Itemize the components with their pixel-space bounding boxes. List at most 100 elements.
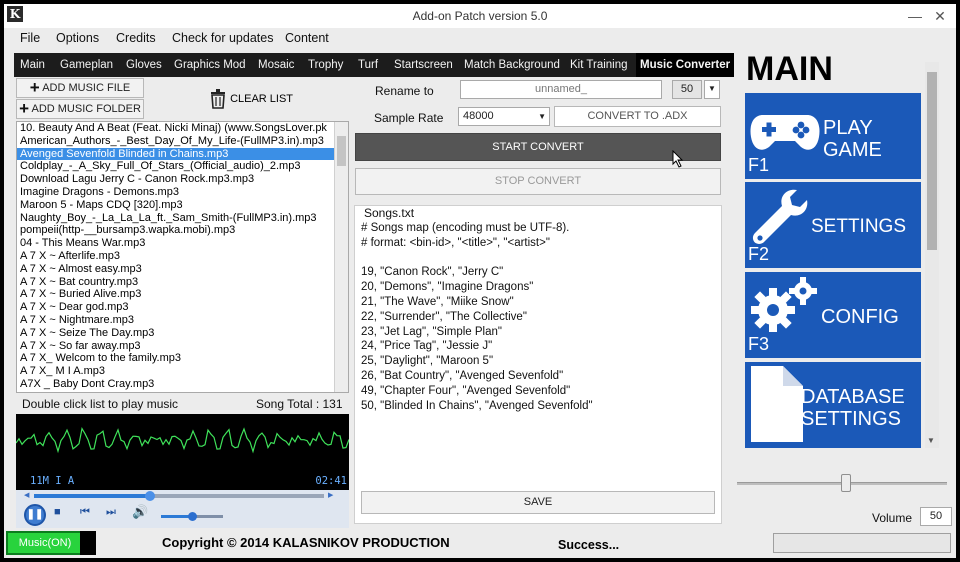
settings-hotkey: F2 [748,244,770,264]
music-playlist[interactable]: 10. Beauty And A Beat (Feat. Nicki Minaj… [16,121,349,393]
close-button[interactable]: ✕ [929,7,951,25]
playlist-item[interactable]: American_Authors_-_Best_Day_Of_My_Life-(… [17,135,348,148]
start-convert-button[interactable]: START CONVERT [355,133,721,161]
volume-label: Volume [872,511,913,525]
tab-kit-training[interactable]: Kit Training [570,53,628,77]
minimize-button[interactable]: — [904,7,926,25]
playlist-item[interactable]: A 7 X_ Welcom to the family.mp3 [17,352,348,365]
playlist-item[interactable]: A 7 X_ M I A.mp3 [17,365,348,378]
volume-input[interactable]: 50 [920,507,952,526]
playlist-item[interactable]: Imagine Dragons - Demons.mp3 [17,186,348,199]
seek-bar-thumb[interactable] [145,491,155,501]
menu-file[interactable]: File [20,31,40,45]
tab-main[interactable]: Main [20,53,45,77]
menu-check-updates[interactable]: Check for updates [172,31,273,45]
tab-mosaic[interactable]: Mosaic [258,53,294,77]
playlist-scrollbar[interactable] [334,122,348,392]
menu-options[interactable]: Options [56,31,99,45]
playlist-item[interactable]: 04 - This Means War.mp3 [17,237,348,250]
status-text: Success... [558,538,620,552]
volume-slider[interactable] [737,474,947,492]
pause-button[interactable]: ❚❚ [24,504,46,526]
copyright-text: Copyright © 2014 KALASNIKOV PRODUCTION [162,535,450,550]
gears-icon [751,277,817,332]
wrench-icon [752,189,808,244]
stop-convert-button[interactable]: STOP CONVERT [355,168,721,195]
menu-credits[interactable]: Credits [116,31,156,45]
save-button[interactable]: SAVE [361,491,715,514]
speaker-icon[interactable]: 🔊 [132,504,148,520]
add-music-file-button[interactable]: + ADD MUSIC FILE [16,78,144,98]
player-volume-slider[interactable] [161,512,223,521]
playlist-item[interactable]: A 7 X ~ Nightmare.mp3 [17,314,348,327]
now-playing-title: 11M I A [30,475,75,487]
playlist-item[interactable]: Coldplay_-_A_Sky_Full_Of_Stars_(Official… [17,160,348,173]
clear-list-label: CLEAR LIST [230,93,294,105]
window-title: Add-on Patch version 5.0 [412,9,548,23]
config-tile[interactable]: CONFIG F3 [745,272,921,358]
playlist-item[interactable]: Download Lagu Jerry C - Canon Rock.mp3.m… [17,173,348,186]
playlist-item[interactable]: pompeii(http-__bursamp3.wapka.mobi).mp3 [17,224,348,237]
plus-icon: + [29,78,40,98]
playlist-item[interactable]: A 7 X ~ So far away.mp3 [17,340,348,353]
now-playing-time: 02:41 [315,475,347,487]
tab-gameplan[interactable]: Gameplan [60,53,113,77]
music-toggle-button[interactable]: Music(ON) [6,531,84,555]
tab-graphics-mod[interactable]: Graphics Mod [174,53,246,77]
sample-rate-value: 48000 [463,110,494,122]
playlist-item[interactable]: A 7 X ~ Afterlife.mp3 [17,250,348,263]
playlist-item[interactable]: Maroon 5 - Maps CDQ [320].mp3 [17,199,348,212]
tab-music-converter[interactable]: Music Converter [636,53,735,77]
play-game-tile[interactable]: PLAY GAME F1 [745,93,921,179]
previous-icon[interactable]: ⏮ [80,506,90,519]
rename-count-dropdown[interactable]: ▼ [704,80,720,99]
rename-input[interactable]: unnamed_ [460,80,662,99]
songs-textarea[interactable]: # Songs map (encoding must be UTF-8). # … [361,221,715,493]
volume-slider-thumb[interactable] [841,474,851,492]
clear-list-button[interactable]: CLEAR LIST [209,89,293,109]
song-total: Song Total : 131 [256,397,343,411]
database-label-2: SETTINGS [801,408,902,430]
next-icon[interactable]: ⏭ [106,506,116,519]
settings-tile[interactable]: SETTINGS F2 [745,182,921,268]
playlist-item[interactable]: A 7 X ~ Almost easy.mp3 [17,263,348,276]
trash-icon [211,89,225,109]
sidebar-title: MAIN [746,50,833,88]
play-game-label-2: GAME [823,139,882,161]
playlist-item[interactable]: Naughty_Boy_-_La_La_La_ft._Sam_Smith-(Fu… [17,212,348,225]
player-controls: ◀ ▶ ❚❚ ■ ⏮ ⏭ 🔊 [16,490,349,528]
convert-to-adx-button[interactable]: CONVERT TO .ADX [554,106,721,127]
playlist-item[interactable]: 10. Beauty And A Beat (Feat. Nicki Minaj… [17,122,348,135]
mouse-cursor-icon [672,150,684,168]
playlist-scrollbar-thumb[interactable] [337,136,346,166]
playlist-item[interactable]: A 7 X ~ Bat country.mp3 [17,276,348,289]
sample-rate-select[interactable]: 48000 ▼ [458,107,550,126]
seek-start-icon: ◀ [24,492,30,499]
tab-trophy[interactable]: Trophy [308,53,343,77]
playlist-item[interactable]: Avenged Sevenfold Blinded in Chains.mp3 [17,147,348,161]
playlist-item[interactable]: A7X _ Baby Dont Cray.mp3 [17,378,348,391]
songs-file-label: Songs.txt [364,206,415,220]
play-game-label-1: PLAY [823,117,873,139]
document-icon [751,366,803,442]
seek-bar-fill [34,494,150,498]
sidebar-scrollbar[interactable]: ▼ [925,62,939,448]
tab-startscreen[interactable]: Startscreen [394,53,453,77]
add-music-folder-button[interactable]: + ADD MUSIC FOLDER [16,99,144,119]
rename-count-field[interactable]: 50 [672,80,702,99]
player-volume-thumb[interactable] [188,512,197,521]
playlist-item[interactable]: A 7 X ~ Seize The Day.mp3 [17,327,348,340]
seek-bar[interactable] [34,491,324,501]
database-settings-tile[interactable]: DATABASE SETTINGS [745,362,921,448]
playlist-item[interactable]: A 7 X ~ Buried Alive.mp3 [17,288,348,301]
stop-icon[interactable]: ■ [54,506,61,518]
app-window: K Add-on Patch version 5.0 — ✕ File Opti… [4,4,956,558]
playlist-item[interactable]: A 7 X ~ Dear god.mp3 [17,301,348,314]
sidebar-scrollbar-thumb[interactable] [927,72,937,250]
add-music-folder-label: ADD MUSIC FOLDER [31,103,141,115]
tab-gloves[interactable]: Gloves [126,53,162,77]
menu-content[interactable]: Content [285,31,329,45]
tab-turf[interactable]: Turf [358,53,378,77]
tab-match-background[interactable]: Match Background [464,53,560,77]
scroll-down-icon[interactable]: ▼ [927,436,935,445]
